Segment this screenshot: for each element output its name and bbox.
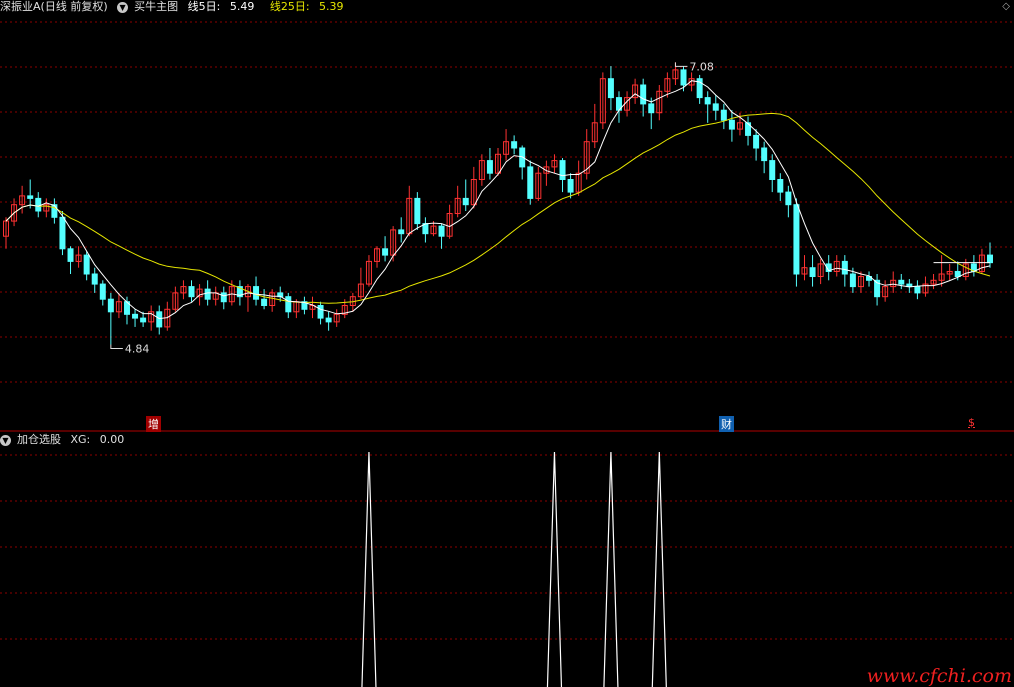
candle-body [107, 298, 114, 313]
candle-body [27, 195, 34, 199]
candle-body [285, 296, 292, 313]
candle-body [712, 103, 719, 111]
low-marker-arrow [110, 344, 123, 350]
ma5-value: 5.49 [229, 0, 255, 13]
xg-spike [603, 451, 619, 687]
high-price-label: 7.08 [689, 60, 714, 73]
candle-body [204, 288, 211, 300]
sub-header: ▼ 加仓选股 XG: 0.00 [0, 433, 136, 447]
candle-body [188, 286, 195, 298]
candle-body [898, 279, 905, 285]
xg-value: 0.00 [99, 433, 125, 446]
candle-body [704, 97, 711, 105]
candle-body [527, 166, 534, 199]
candle-body [914, 286, 921, 294]
candle-body [382, 248, 389, 256]
event-marker-dividend[interactable]: $ [966, 416, 977, 429]
candle-body [91, 273, 98, 285]
candle-body [680, 69, 687, 86]
chart-window: 7.08 4.84 深振业A(日线 前复权) ▼ 买牛主图 线5日: 5.49 线2… [0, 0, 1014, 687]
candle-body [325, 317, 332, 323]
candle-body [567, 179, 574, 193]
event-marker-finance[interactable]: 财 [719, 416, 734, 432]
chart-canvas: 7.08 4.84 [0, 21, 1014, 687]
candle-body [59, 216, 66, 250]
candle-body [809, 267, 816, 278]
candle-body [67, 248, 74, 262]
ma25-line [5, 112, 991, 304]
candle-body [83, 254, 90, 275]
period-label: (日线 前复权) [40, 0, 108, 13]
candle-body [648, 103, 655, 114]
candle-body [841, 260, 848, 275]
candle-body [462, 197, 469, 206]
candle-body [132, 313, 139, 319]
candle-body [785, 191, 792, 206]
candle-body [777, 179, 784, 193]
candle-body [559, 160, 566, 181]
candle-body [761, 147, 768, 162]
ma25-value: 5.39 [319, 0, 344, 13]
candle-body [849, 273, 856, 288]
candle-body [728, 119, 735, 130]
candle-body [140, 317, 147, 323]
candle-body [769, 160, 776, 181]
event-marker-increase[interactable]: 增 [146, 416, 161, 432]
candle-body [35, 197, 42, 212]
candle-body [511, 141, 518, 149]
chevron-down-icon[interactable]: ▼ [117, 1, 129, 13]
candle-body [414, 197, 421, 225]
stock-name: 深振业A [0, 0, 41, 13]
high-marker-arrow [674, 62, 688, 67]
candle-body [253, 286, 260, 300]
indicator-name: 买牛主图 [134, 0, 179, 13]
watermark: www.cfchi.com [866, 665, 1012, 687]
chevron-down-icon[interactable]: ▼ [0, 434, 11, 446]
ma5-label: 线5日: [187, 0, 221, 13]
candle-body [720, 109, 727, 121]
candle-body [317, 305, 324, 319]
candle-body [486, 160, 493, 174]
xg-spike [651, 451, 667, 687]
candle-body [607, 78, 614, 99]
main-header: 深振业A(日线 前复权) ▼ 买牛主图 线5日: 5.49 线25日: 5.39 [0, 0, 356, 14]
xg-spike [361, 451, 377, 687]
candle-body [99, 283, 106, 300]
candle-body [986, 254, 994, 264]
candle-body [261, 298, 268, 307]
xg-label: XG: [70, 433, 91, 446]
ma25-label: 线25日: [269, 0, 310, 13]
low-price-label: 4.84 [125, 343, 150, 356]
candle-body [793, 204, 800, 275]
candle-body [438, 225, 445, 237]
candle-body [156, 311, 163, 328]
diamond-icon[interactable]: ◇ [1002, 1, 1010, 12]
candle-body [753, 134, 760, 149]
candle-body [954, 270, 961, 278]
candle-body [51, 204, 58, 218]
candle-body [220, 292, 227, 303]
ma5-line [5, 80, 991, 320]
xg-spike [546, 451, 563, 687]
candle-body [398, 229, 405, 235]
candle-body [640, 84, 647, 105]
sub-indicator-name: 加仓选股 [17, 433, 61, 446]
